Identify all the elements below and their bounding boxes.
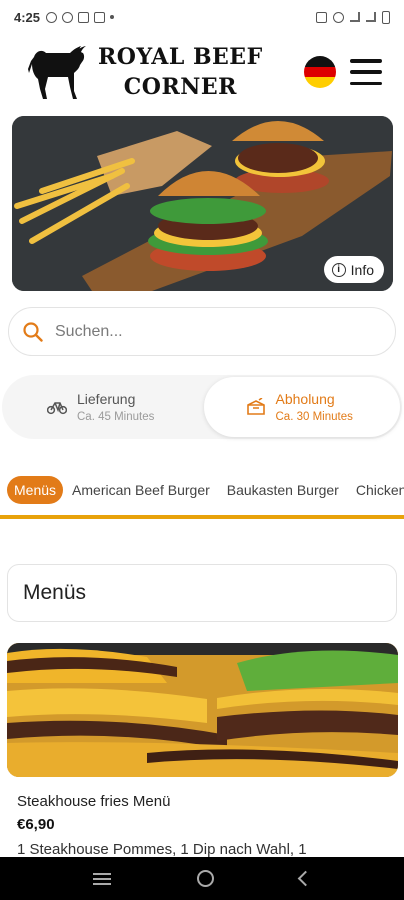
flag-stripe-gold	[304, 77, 336, 88]
bicycle-icon	[47, 402, 67, 415]
tab-american-beef-burger[interactable]: American Beef Burger	[72, 482, 210, 498]
menu-line	[350, 70, 382, 74]
search-bar[interactable]	[8, 307, 396, 356]
section-title: Menüs	[23, 581, 87, 604]
delivery-title: Lieferung	[77, 391, 136, 407]
status-time: 4:25	[14, 9, 41, 25]
product-image[interactable]	[7, 643, 398, 777]
order-mode-toggle: Lieferung Ca. 45 Minutes Abholung Ca. 30…	[2, 375, 402, 439]
tab-menus[interactable]: Menüs	[7, 476, 64, 504]
delivery-option[interactable]: Lieferung Ca. 45 Minutes	[2, 375, 202, 439]
info-button[interactable]: i Info	[323, 256, 384, 283]
search-input[interactable]	[55, 322, 355, 341]
product-price: €6,90	[17, 816, 55, 833]
system-icons	[316, 10, 390, 24]
home-icon[interactable]	[197, 870, 214, 887]
tab-baukasten-burger[interactable]: Baukasten Burger	[227, 482, 339, 498]
back-icon[interactable]	[297, 870, 314, 887]
app-header: ROYAL BEEF CORNER	[0, 34, 404, 110]
gallery-icon	[78, 11, 90, 23]
app-icon	[62, 11, 74, 23]
flag-stripe-red	[304, 66, 336, 78]
signal-2-icon	[366, 12, 376, 22]
battery-icon	[382, 10, 390, 24]
menu-line	[350, 81, 382, 85]
wifi-icon	[333, 11, 344, 23]
tab-chicken[interactable]: Chicken	[356, 482, 404, 498]
menu-line	[350, 59, 382, 63]
hamburger-menu-icon[interactable]	[350, 57, 382, 87]
network-icon	[94, 11, 106, 23]
status-bar: 4:25	[0, 0, 404, 34]
signal-icon	[350, 12, 360, 22]
pickup-time: Ca. 30 Minutes	[275, 411, 353, 423]
info-icon: i	[331, 262, 346, 277]
burger-closeup-image	[7, 643, 398, 777]
search-icon	[23, 321, 43, 342]
more-dot-icon	[110, 15, 115, 19]
product-description: 1 Steakhouse Pommes, 1 Dip nach Wahl, 1	[17, 841, 307, 858]
vibrate-icon	[316, 11, 327, 23]
brand-line-1: ROYAL BEEF	[98, 44, 263, 70]
pickup-box-icon	[246, 398, 265, 415]
brand-name: ROYAL BEEF CORNER	[98, 42, 263, 102]
delivery-time: Ca. 45 Minutes	[77, 411, 155, 423]
brand-line-2: CORNER	[123, 74, 237, 100]
section-header: Menüs	[7, 564, 397, 622]
category-tabs: Menüs American Beef Burger Baukasten Bur…	[0, 473, 404, 507]
product-name[interactable]: Steakhouse fries Menü	[17, 793, 170, 810]
flag-stripe-black	[304, 56, 336, 67]
system-nav-bar	[0, 857, 404, 900]
info-label: Info	[350, 261, 374, 278]
tabs-divider	[0, 515, 404, 519]
pickup-title: Abholung	[275, 391, 335, 407]
pickup-option[interactable]: Abholung Ca. 30 Minutes	[203, 377, 400, 437]
notification-icons	[46, 11, 115, 23]
hero-banner: i Info	[12, 116, 393, 291]
recent-apps-icon[interactable]	[93, 872, 111, 885]
germany-flag-icon[interactable]	[304, 56, 336, 88]
bull-logo-icon[interactable]	[26, 43, 88, 101]
whatsapp-icon	[46, 11, 58, 23]
